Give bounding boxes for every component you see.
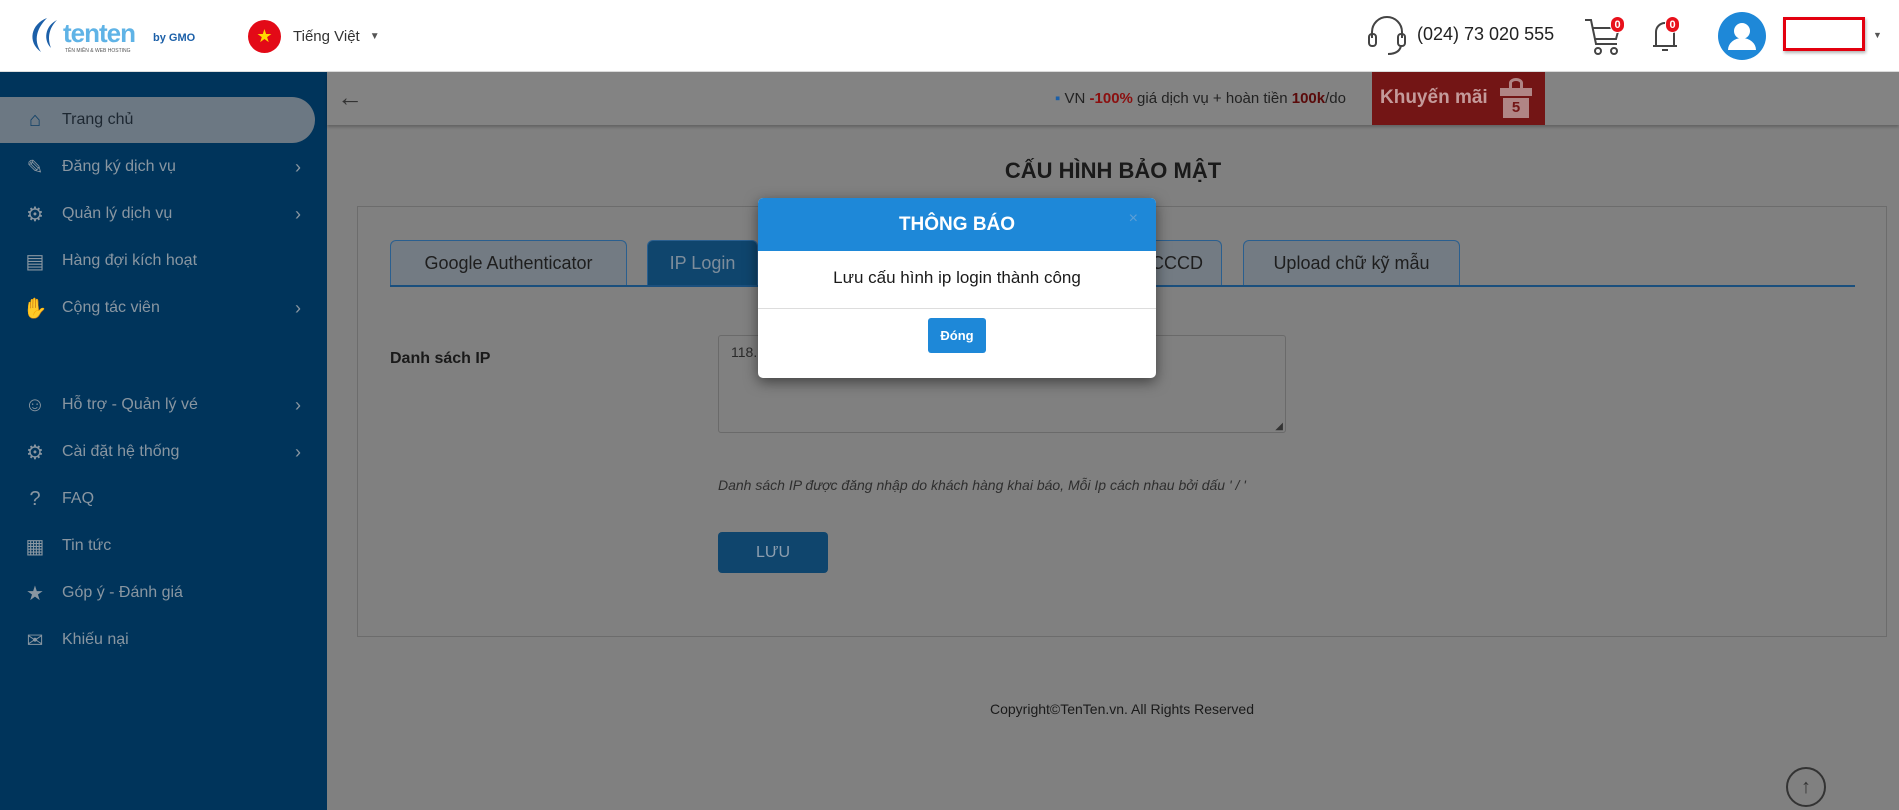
logo-swoosh-icon [32,18,57,52]
chevron-right-icon: › [295,394,301,415]
top-header: tenten by GMO TÊN MIỀN & WEB HOSTING ★ T… [0,0,1899,72]
promotion-button[interactable]: Khuyến mãi 5 [1372,72,1545,125]
tab-ip-login[interactable]: IP Login [647,240,758,286]
sidebar-item[interactable]: ⚙ Quản lý dịch vụ › [0,191,315,237]
tab-upload-signature[interactable]: Upload chữ kỹ mẫu [1243,240,1460,286]
tab-google-authenticator[interactable]: Google Authenticator [390,240,627,286]
sidebar-item[interactable]: ? FAQ [0,476,315,522]
sidebar-item-label: Cài đặt hệ thống [62,443,180,460]
save-button[interactable]: LƯU [718,532,828,573]
chevron-down-icon: ▼ [369,30,380,42]
sidebar-item-label: Cộng tác viên [62,299,160,316]
sidebar-item[interactable]: ✋ Cộng tác viên › [0,285,315,331]
cart-count-badge: 0 [1610,16,1625,33]
sidebar-item-label: FAQ [62,490,95,507]
logo[interactable]: tenten by GMO TÊN MIỀN & WEB HOSTING [25,14,205,56]
sidebar-item-label: Quản lý dịch vụ [62,205,173,222]
chevron-right-icon: › [295,441,301,462]
sidebar-item-label: Tin tức [62,537,112,554]
chevron-right-icon: › [295,156,301,177]
sidebar-item[interactable]: ▤ Hàng đợi kích hoạt [0,238,315,284]
sidebar-item-label: Khiếu nại [62,631,129,648]
chevron-right-icon: › [295,203,301,224]
modal-divider [758,308,1156,309]
home-icon: ⌂ [28,108,42,131]
modal-close-button[interactable]: Đóng [928,318,986,353]
sidebar-item[interactable]: ★ Góp ý - Đánh giá [0,570,315,616]
handshake-icon: ✋ [22,297,48,320]
sidebar-item-label: Đăng ký dịch vụ [62,158,176,175]
sidebar-item[interactable]: ✉ Khiếu nại [0,617,315,663]
settings-wrench-icon: ⚙ [26,441,44,464]
modal-message: Lưu cấu hình ip login thành công [833,268,1081,287]
complaint-icon: ✉ [26,629,44,652]
resize-handle-icon[interactable]: ◢ [1275,421,1283,432]
gift-icon: 5 [1500,78,1532,120]
sidebar-item[interactable]: ⌂ Trang chủ [0,97,315,143]
user-menu-caret-icon[interactable]: ▼ [1873,30,1882,40]
page-title: CẤU HÌNH BẢO MẬT [1004,158,1222,183]
avatar[interactable] [1718,12,1766,60]
language-selector[interactable]: ★ Tiếng Việt ▼ [248,19,380,53]
faq-icon: ? [29,487,41,510]
modal-header: THÔNG BÁO × [758,198,1156,251]
gear-icon: ⚙ [26,203,44,226]
rating-thumb-icon: ★ [26,582,44,605]
sidebar: ⌂ Trang chủ ✎ Đăng ký dịch vụ › ⚙ Quản lý dịch… [0,72,327,810]
ip-list-hint: Danh sách IP được đăng nhập do khách hàn… [718,477,1246,493]
hotline-phone[interactable]: (024) 73 020 555 [1417,24,1554,45]
headset-icon [1368,16,1406,55]
pencil-icon: ✎ [26,156,44,179]
footer-copyright: Copyright©TenTen.vn. All Rights Reserved [990,701,1254,717]
sidebar-item[interactable]: ▦ Tin tức [0,523,315,569]
sidebar-item-label: Hỗ trợ - Quản lý vé [62,396,198,413]
bullet-icon: ▪ [1055,90,1065,107]
username-box[interactable] [1783,17,1865,51]
ip-list-label: Danh sách IP [390,350,491,367]
sidebar-item-label: Trang chủ [62,111,134,128]
promo-bar: ← ▪ VN -100% giá dịch vụ + hoàn tiền 100… [327,72,1899,125]
sidebar-item[interactable]: ☺ Hỗ trợ - Quản lý vé › [0,382,315,428]
queue-clock-icon: ▤ [25,250,45,273]
sidebar-item-label: Góp ý - Đánh giá [62,584,183,601]
close-icon[interactable]: × [1129,210,1138,228]
back-arrow-icon[interactable]: ← [337,82,363,113]
news-icon: ▦ [25,535,45,558]
promo-text[interactable]: ▪ VN -100% giá dịch vụ + hoàn tiền 100k/… [1055,90,1346,107]
arrow-up-icon: ↑ [1801,775,1811,798]
sidebar-item-label: Hàng đợi kích hoạt [62,252,198,269]
chevron-right-icon: › [295,297,301,318]
notification-button[interactable]: 0 [1650,14,1686,56]
modal-title: THÔNG BÁO [898,213,1016,235]
notification-modal: THÔNG BÁO × Lưu cấu hình ip login thành … [758,198,1156,378]
user-icon [1728,23,1756,50]
vietnam-flag-icon: ★ [248,19,281,53]
sidebar-item[interactable]: ⚙ Cài đặt hệ thống › [0,429,315,475]
sidebar-item[interactable]: ✎ Đăng ký dịch vụ › [0,144,315,190]
support-agent-icon: ☺ [24,393,46,416]
notification-count-badge: 0 [1665,16,1680,33]
scroll-top-button[interactable]: ↑ [1786,767,1826,807]
cart-button[interactable]: 0 [1583,14,1627,56]
